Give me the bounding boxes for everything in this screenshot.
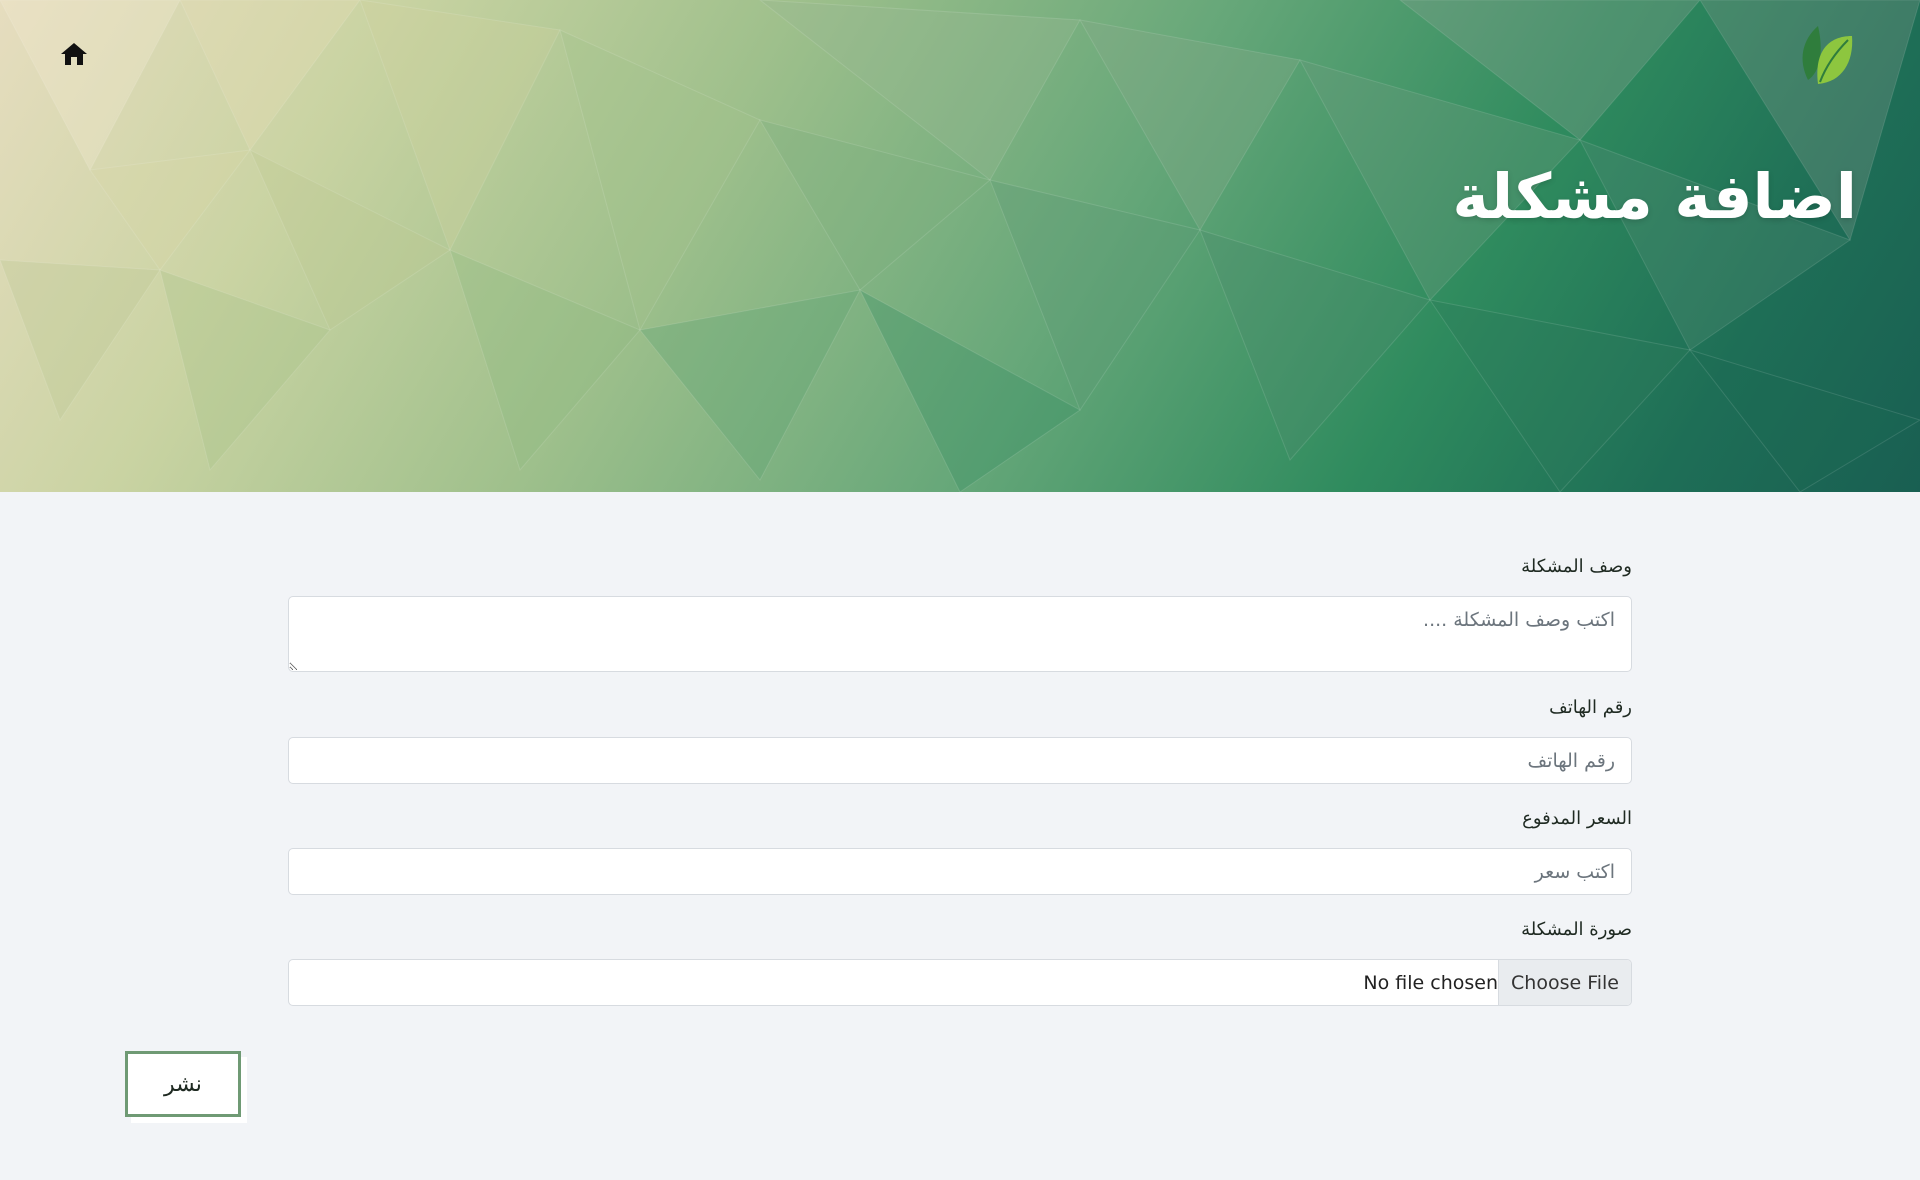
description-textarea[interactable] xyxy=(288,596,1632,672)
publish-button[interactable]: نشر xyxy=(125,1051,241,1117)
leaf-logo-icon xyxy=(1794,22,1858,88)
home-icon[interactable] xyxy=(60,42,88,66)
phone-input[interactable] xyxy=(288,737,1632,784)
choose-file-button[interactable]: Choose File xyxy=(1498,960,1631,1005)
page-title: اضافة مشكلة xyxy=(1452,160,1857,233)
price-input[interactable] xyxy=(288,848,1632,895)
file-status: No file chosen xyxy=(1363,971,1498,994)
header-banner: اضافة مشكلة xyxy=(0,0,1920,492)
phone-label: رقم الهاتف xyxy=(1549,697,1632,718)
image-label: صورة المشكلة xyxy=(1521,919,1632,940)
image-file-input[interactable]: Choose File No file chosen xyxy=(288,959,1632,1006)
polygon-background xyxy=(0,0,1920,492)
price-label: السعر المدفوع xyxy=(1522,808,1632,829)
description-label: وصف المشكلة xyxy=(1521,556,1632,577)
